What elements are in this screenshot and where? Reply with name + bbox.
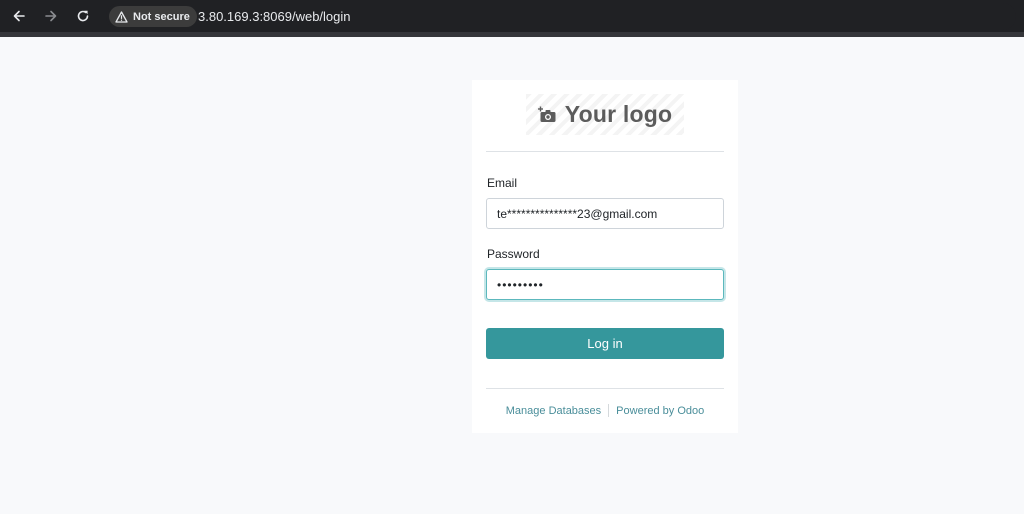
- manage-databases-link[interactable]: Manage Databases: [506, 405, 601, 417]
- back-button[interactable]: [8, 5, 30, 27]
- security-indicator[interactable]: Not secure: [109, 6, 197, 27]
- arrow-right-icon: [45, 10, 57, 22]
- url-text[interactable]: 3.80.169.3:8069/web/login: [198, 9, 351, 24]
- footer-links: Manage Databases Powered by Odoo: [472, 404, 738, 417]
- logo-text: Your logo: [564, 101, 673, 127]
- forward-button[interactable]: [40, 5, 62, 27]
- password-label: Password: [487, 247, 540, 261]
- powered-by-odoo-link[interactable]: Powered by Odoo: [616, 405, 704, 417]
- link-separator: [608, 404, 610, 417]
- email-label: Email: [487, 176, 518, 190]
- address-bar[interactable]: Not secure 3.80.169.3:8069/web/login: [106, 3, 1016, 30]
- camera-plus-icon: [537, 106, 556, 122]
- security-label: Not secure: [133, 10, 190, 23]
- password-field[interactable]: [486, 269, 724, 300]
- reload-button[interactable]: [72, 5, 94, 27]
- email-field[interactable]: [486, 198, 724, 229]
- login-button[interactable]: Log in: [486, 328, 724, 359]
- arrow-left-icon: [13, 10, 25, 22]
- warning-triangle-icon: [115, 10, 128, 23]
- login-card: Your logo Email Password Log in Manage D…: [472, 80, 738, 433]
- reload-icon: [77, 10, 89, 22]
- browser-toolbar: Not secure 3.80.169.3:8069/web/login: [0, 0, 1024, 37]
- footer-divider: [486, 388, 724, 389]
- company-logo: Your logo: [526, 94, 684, 135]
- logo-divider: [486, 151, 724, 152]
